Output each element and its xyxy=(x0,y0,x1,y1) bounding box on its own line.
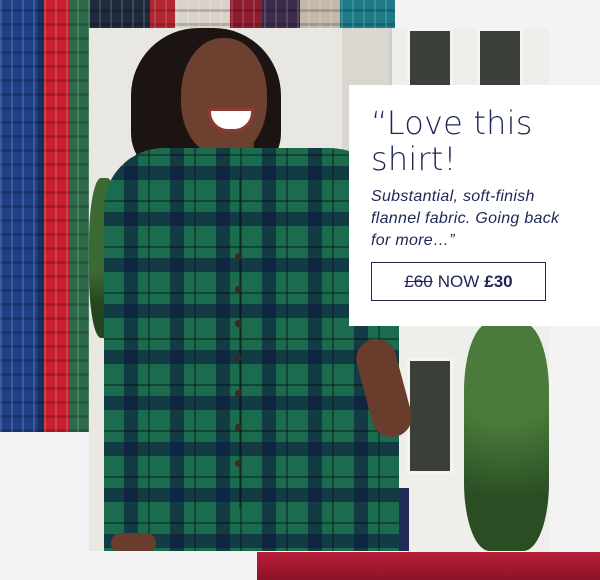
old-price: £60 xyxy=(404,271,433,291)
headline-line-1: “Love this xyxy=(371,104,533,142)
shirt-button xyxy=(235,286,242,293)
shirt-button xyxy=(235,253,242,260)
shirt-button xyxy=(235,354,242,361)
shirt-button xyxy=(235,320,242,327)
model-hand-left xyxy=(111,533,156,551)
shirt-button xyxy=(235,390,242,397)
shirt-button xyxy=(235,424,242,431)
door-window-pane xyxy=(407,358,453,474)
headline-line-2: shirt! xyxy=(371,140,457,178)
testimonial-card: “Love this shirt! Substantial, soft-fini… xyxy=(349,85,600,326)
red-fabric-strip xyxy=(257,552,600,580)
shirt-placket xyxy=(239,178,241,508)
sale-price: £30 xyxy=(484,271,513,291)
holiday-garland-right xyxy=(464,323,549,551)
model-face xyxy=(181,38,267,156)
now-label: NOW xyxy=(437,271,480,291)
shirt-button xyxy=(235,460,242,467)
price-button[interactable]: £60 NOW £30 xyxy=(371,262,546,301)
testimonial-headline: “Love this shirt! xyxy=(371,105,578,177)
testimonial-body: Substantial, soft-finish flannel fabric.… xyxy=(371,188,560,249)
